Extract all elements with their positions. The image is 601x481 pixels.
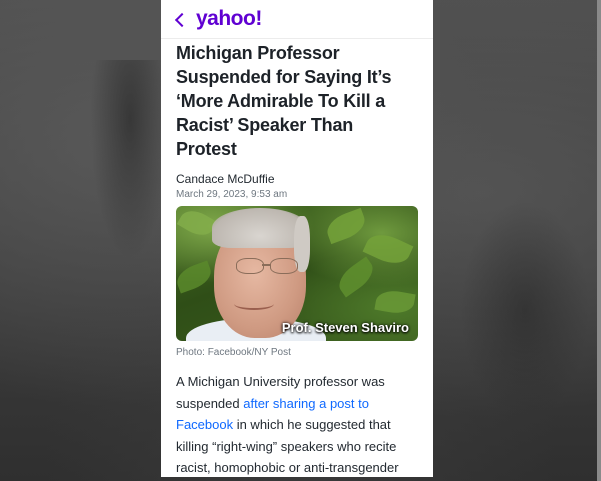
photo-name-overlay: Prof. Steven Shaviro <box>281 320 409 335</box>
article-photo[interactable]: Prof. Steven Shaviro <box>176 206 418 341</box>
background-figure-right <box>460 200 590 420</box>
article-body: A Michigan University professor was susp… <box>176 371 418 477</box>
leaf-shape <box>176 260 215 294</box>
leaf-shape <box>333 256 379 298</box>
article-content: Michigan Professor Suspended for Saying … <box>161 39 433 477</box>
photo-credit: Photo: Facebook/NY Post <box>176 347 291 358</box>
back-chevron-icon[interactable] <box>174 12 190 27</box>
leaf-shape <box>323 207 369 245</box>
glasses-left-lens <box>236 258 264 274</box>
mouth-shape <box>234 298 274 310</box>
yahoo-logo[interactable]: yahoo! <box>196 7 262 31</box>
window-edge <box>597 0 601 481</box>
leaf-shape <box>374 287 416 317</box>
article-screen: yahoo! Michigan Professor Suspended for … <box>161 0 433 477</box>
article-headline: Michigan Professor Suspended for Saying … <box>176 43 392 159</box>
background-figure-left <box>90 60 170 260</box>
glasses-bridge <box>262 264 270 266</box>
publish-date: March 29, 2023, 9:53 am <box>176 189 288 200</box>
glasses-right-lens <box>270 258 298 274</box>
author-name[interactable]: Candace McDuffie <box>176 172 418 186</box>
top-bar: yahoo! <box>161 0 433 39</box>
